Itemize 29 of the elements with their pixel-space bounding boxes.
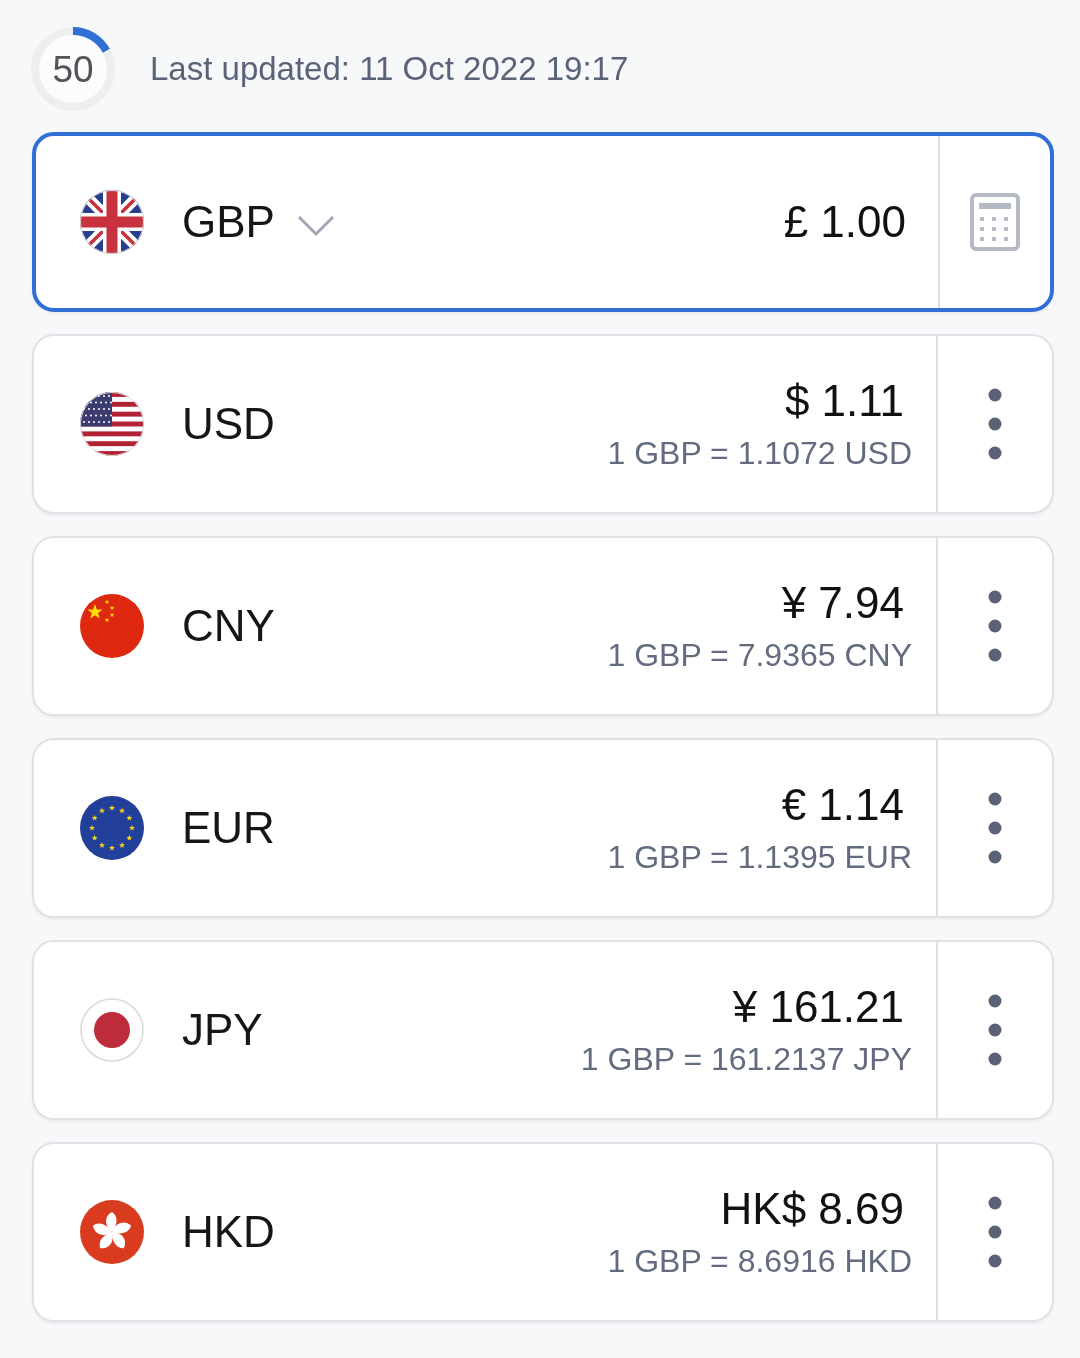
vertical-ellipsis-icon[interactable] — [988, 388, 1002, 460]
exchange-rate: 1 GBP = 1.1072 USD — [607, 434, 912, 472]
currency-amount: HK$ 8.69 — [720, 1184, 905, 1235]
exchange-rate: 1 GBP = 8.6916 HKD — [607, 1242, 912, 1280]
last-updated-text: Last updated: 11 Oct 2022 19:17 — [150, 50, 629, 88]
vertical-ellipsis-icon[interactable] — [988, 994, 1002, 1066]
exchange-rate: 1 GBP = 161.2137 JPY — [580, 1040, 912, 1078]
eu-flag-icon — [80, 796, 144, 860]
exchange-rate: 1 GBP = 1.1395 EUR — [607, 838, 912, 876]
countdown-number: 50 — [52, 50, 94, 88]
currency-code: CNY — [182, 601, 275, 651]
currency-amount: € 1.14 — [781, 780, 905, 831]
vertical-ellipsis-icon[interactable] — [988, 590, 1002, 662]
currency-code: GBP — [182, 197, 275, 247]
currency-amount: ¥ 7.94 — [781, 578, 905, 629]
japan-flag-icon — [80, 998, 144, 1062]
currency-code: JPY — [182, 1005, 263, 1055]
exchange-rate: 1 GBP = 7.9365 CNY — [607, 636, 912, 674]
currency-code: USD — [182, 399, 275, 449]
currency-amount: £ 1.00 — [783, 196, 907, 248]
vertical-ellipsis-icon[interactable] — [988, 1196, 1002, 1268]
currency-amount: $ 1.11 — [784, 376, 905, 427]
vertical-ellipsis-icon[interactable] — [988, 792, 1002, 864]
currency-code: HKD — [182, 1207, 275, 1257]
us-flag-icon — [80, 392, 144, 456]
hong-kong-flag-icon — [80, 1200, 144, 1264]
china-flag-icon — [80, 594, 144, 658]
currency-code: EUR — [182, 803, 275, 853]
currency-amount: ¥ 161.21 — [732, 982, 905, 1033]
